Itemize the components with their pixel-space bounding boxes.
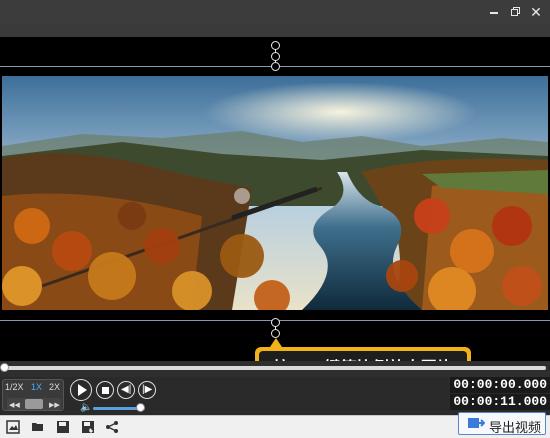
close-icon[interactable]: ✕: [528, 4, 544, 20]
save-icon[interactable]: [56, 420, 70, 434]
export-icon: [468, 418, 485, 428]
speed-control: 1/2X 1X 2X ◀◀ ▶▶: [2, 379, 64, 411]
volume-icon[interactable]: 🔈: [80, 402, 92, 413]
crop-top-handle[interactable]: [271, 41, 280, 50]
bottom-toolbar: 导出视频: [0, 412, 550, 438]
timeline-track[interactable]: [4, 366, 546, 370]
crop-bottom-handle[interactable]: [271, 318, 280, 327]
crop-bottom-handle-end[interactable]: [271, 329, 280, 338]
speed-option-half[interactable]: 1/2X: [5, 382, 24, 392]
folder-open-icon[interactable]: [31, 420, 45, 434]
export-video-label: 导出视频: [489, 420, 542, 435]
prev-frame-icon: ◀|: [121, 384, 132, 395]
speed-up-icon[interactable]: ▶▶: [49, 401, 60, 409]
video-frame: [2, 76, 548, 310]
tooltip-arrow: [270, 338, 282, 347]
crop-top-handle-end[interactable]: [271, 62, 280, 71]
player-controls: 1/2X 1X 2X ◀◀ ▶▶ ◀| |▶ 🔈 00:00:00.000 00…: [0, 377, 550, 415]
next-frame-icon: |▶: [142, 384, 153, 395]
volume-slider-knob[interactable]: [135, 403, 145, 412]
stop-icon: [101, 386, 109, 394]
crop-top-handle-mid[interactable]: [271, 52, 280, 61]
title-bar: ✕: [0, 0, 550, 24]
play-icon: [78, 383, 87, 396]
speed-slider-knob[interactable]: [25, 399, 43, 409]
timeline[interactable]: [0, 361, 550, 377]
share-icon[interactable]: [105, 420, 119, 434]
speed-option-2x[interactable]: 2X: [49, 382, 60, 392]
image-icon[interactable]: [6, 420, 20, 434]
prev-frame-button[interactable]: ◀|: [117, 381, 135, 399]
save-as-icon[interactable]: [81, 420, 95, 434]
play-button[interactable]: [70, 379, 92, 401]
stop-button[interactable]: [96, 381, 114, 399]
speed-option-1x[interactable]: 1X: [31, 382, 42, 392]
export-video-button[interactable]: 导出视频: [458, 412, 546, 435]
minimize-icon[interactable]: [486, 4, 502, 20]
timeline-playhead[interactable]: [0, 363, 9, 372]
current-time: 00:00:00.000: [450, 377, 550, 393]
speed-slider[interactable]: ◀◀ ▶▶: [7, 398, 61, 410]
next-frame-button[interactable]: |▶: [138, 381, 156, 399]
autumn-river-image: [2, 76, 548, 310]
total-time: 00:00:11.000: [450, 394, 550, 410]
restore-icon[interactable]: [508, 4, 524, 20]
speed-down-icon[interactable]: ◀◀: [9, 401, 20, 409]
